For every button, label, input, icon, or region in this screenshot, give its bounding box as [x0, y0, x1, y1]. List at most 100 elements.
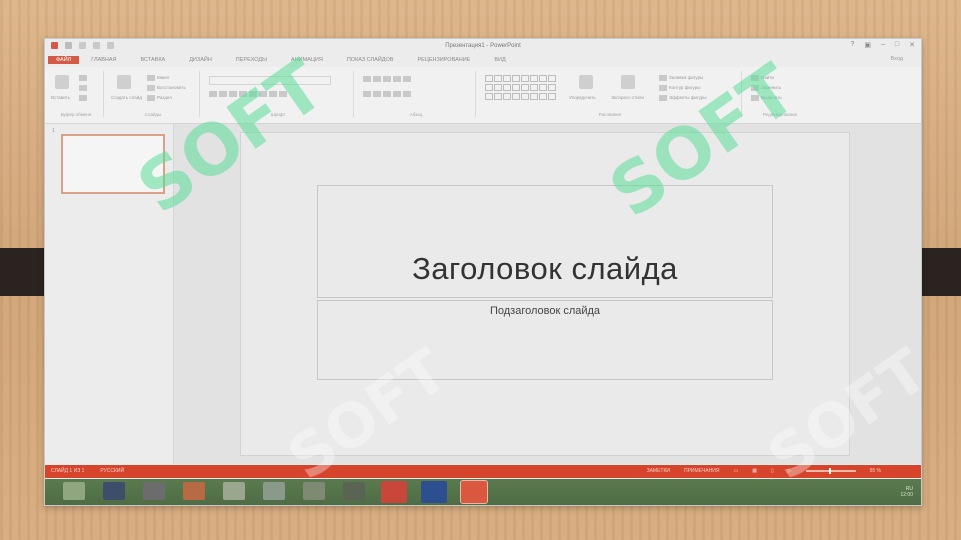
normal-view-icon[interactable]: ▭	[734, 468, 739, 474]
underline-icon[interactable]	[229, 91, 237, 97]
windows-taskbar: RU 12:00	[45, 479, 921, 505]
paste-icon[interactable]	[55, 75, 69, 89]
outlook-taskbar-icon[interactable]	[421, 481, 447, 503]
select-button[interactable]: Выделить	[761, 95, 782, 100]
shape-outline-button[interactable]: Контур фигуры	[669, 85, 700, 90]
tab-home[interactable]: ГЛАВНАЯ	[79, 57, 128, 63]
font-name-box[interactable]	[209, 76, 331, 85]
arrange-icon[interactable]	[579, 75, 593, 89]
new-slide-button[interactable]: Создать слайд	[111, 95, 143, 100]
new-slide-icon[interactable]	[117, 75, 131, 89]
tab-review[interactable]: РЕЦЕНЗИРОВАНИЕ	[405, 57, 482, 63]
powerpoint-taskbar-icon[interactable]	[381, 481, 407, 503]
paste-button[interactable]: Вставить	[51, 95, 70, 100]
slide-thumbnail[interactable]	[61, 134, 165, 194]
tools-icon[interactable]	[223, 482, 245, 500]
tab-insert[interactable]: ВСТАВКА	[129, 57, 178, 63]
justify-icon[interactable]	[393, 91, 401, 97]
group-editing: Найти Заменить Выделить Редактирование	[745, 71, 815, 117]
comments-button[interactable]: ПРИМЕЧАНИЯ	[684, 468, 720, 474]
align-right-icon[interactable]	[383, 91, 391, 97]
slideshow-view-icon[interactable]: ▷	[788, 468, 792, 474]
numbering-icon[interactable]	[373, 76, 381, 82]
replace-button[interactable]: Заменить	[761, 85, 781, 90]
video-camera-icon[interactable]	[143, 482, 165, 500]
ribbon-tabs: ФАЙЛ ГЛАВНАЯ ВСТАВКА ДИЗАЙН ПЕРЕХОДЫ АНИ…	[45, 54, 921, 66]
paint-icon[interactable]	[183, 482, 205, 500]
ribbon-display-icon[interactable]: ▣	[864, 41, 871, 49]
bold-icon[interactable]	[209, 91, 217, 97]
sign-in-link[interactable]: Вход	[891, 56, 903, 62]
change-case-icon[interactable]	[269, 91, 277, 97]
shape-effects-button[interactable]: Эффекты фигуры	[669, 95, 707, 100]
sorter-view-icon[interactable]: ▦	[752, 468, 757, 474]
floppy-save-icon[interactable]	[103, 482, 125, 500]
outdent-icon[interactable]	[393, 76, 401, 82]
section-button[interactable]: Раздел	[157, 95, 172, 100]
title-placeholder[interactable]: Заголовок слайда	[317, 185, 773, 298]
title-bar: Презентация1 - PowerPoint ? ▣ – □ ✕	[45, 39, 921, 53]
group-font: Шрифт	[203, 71, 354, 117]
subtitle-placeholder[interactable]: Подзаголовок слайда	[317, 300, 773, 380]
group-label-clipboard: Буфер обмена	[60, 112, 92, 117]
copy-icon[interactable]	[79, 85, 87, 91]
italic-icon[interactable]	[219, 91, 227, 97]
file-explorer-icon[interactable]	[63, 482, 85, 500]
app-icon[interactable]	[303, 482, 325, 500]
notes-button[interactable]: ЗАМЕТКИ	[647, 468, 670, 474]
group-slides: Создать слайд Макет Восстановить Раздел …	[107, 71, 200, 117]
shapes-gallery[interactable]	[485, 75, 556, 100]
format-painter-icon[interactable]	[79, 95, 87, 101]
align-center-icon[interactable]	[373, 91, 381, 97]
slide-editing-area: Заголовок слайда Подзаголовок слайда	[174, 124, 921, 464]
indent-icon[interactable]	[383, 76, 391, 82]
tab-view[interactable]: ВИД	[482, 57, 517, 63]
tab-design[interactable]: ДИЗАЙН	[177, 57, 224, 63]
strikethrough-icon[interactable]	[249, 91, 257, 97]
layout-button[interactable]: Макет	[157, 75, 170, 80]
group-label-drawing: Рисование	[598, 112, 622, 117]
group-label-slides: Слайды	[144, 112, 162, 117]
reset-button[interactable]: Восстановить	[157, 85, 186, 90]
slide-thumbnail-pane: 1	[45, 124, 174, 464]
tab-animations[interactable]: АНИМАЦИЯ	[279, 57, 335, 63]
thumbnail-number: 1	[52, 128, 55, 134]
bullets-icon[interactable]	[363, 76, 371, 82]
quick-styles-button[interactable]: Экспресс-стили	[611, 95, 644, 100]
powerpoint-window: Презентация1 - PowerPoint ? ▣ – □ ✕ ФАЙЛ…	[44, 38, 922, 506]
powerpoint-active-taskbar-icon[interactable]	[460, 480, 488, 504]
reset-icon	[147, 85, 155, 91]
tab-transitions[interactable]: ПЕРЕХОДЫ	[224, 57, 279, 63]
font-color-icon[interactable]	[279, 91, 287, 97]
language-indicator[interactable]: РУССКИЙ	[100, 468, 124, 474]
help-icon[interactable]: ?	[850, 41, 854, 49]
tab-slideshow[interactable]: ПОКАЗ СЛАЙДОВ	[335, 57, 406, 63]
tray-clock[interactable]: 12:00	[900, 492, 913, 498]
shadow-icon[interactable]	[239, 91, 247, 97]
slide-canvas[interactable]: Заголовок слайда Подзаголовок слайда	[240, 132, 850, 456]
shape-fill-button[interactable]: Заливка фигуры	[669, 75, 703, 80]
line-spacing-icon[interactable]	[403, 76, 411, 82]
arrange-button[interactable]: Упорядочить	[569, 95, 596, 100]
tab-file[interactable]: ФАЙЛ	[48, 56, 80, 64]
char-spacing-icon[interactable]	[259, 91, 267, 97]
window-title: Презентация1 - PowerPoint	[445, 43, 521, 49]
cut-icon[interactable]	[79, 75, 87, 81]
right-dark-marker	[920, 248, 961, 296]
align-left-icon[interactable]	[363, 91, 371, 97]
zoom-level[interactable]: 55 %	[870, 468, 881, 474]
media-icon[interactable]	[343, 482, 365, 500]
maximize-icon[interactable]: □	[895, 41, 899, 49]
quick-styles-icon[interactable]	[621, 75, 635, 89]
section-icon	[147, 95, 155, 101]
group-label-paragraph: Абзац	[409, 112, 423, 117]
close-icon[interactable]: ✕	[909, 41, 915, 49]
slide-subtitle-text: Подзаголовок слайда	[489, 305, 601, 317]
reading-view-icon[interactable]: ▯	[771, 468, 774, 474]
zoom-slider[interactable]	[805, 468, 856, 474]
settings-app-icon[interactable]	[263, 482, 285, 500]
find-button[interactable]: Найти	[761, 75, 774, 80]
columns-icon[interactable]	[403, 91, 411, 97]
minimize-icon[interactable]: –	[881, 41, 885, 49]
slide-title-text: Заголовок слайда	[412, 251, 678, 286]
